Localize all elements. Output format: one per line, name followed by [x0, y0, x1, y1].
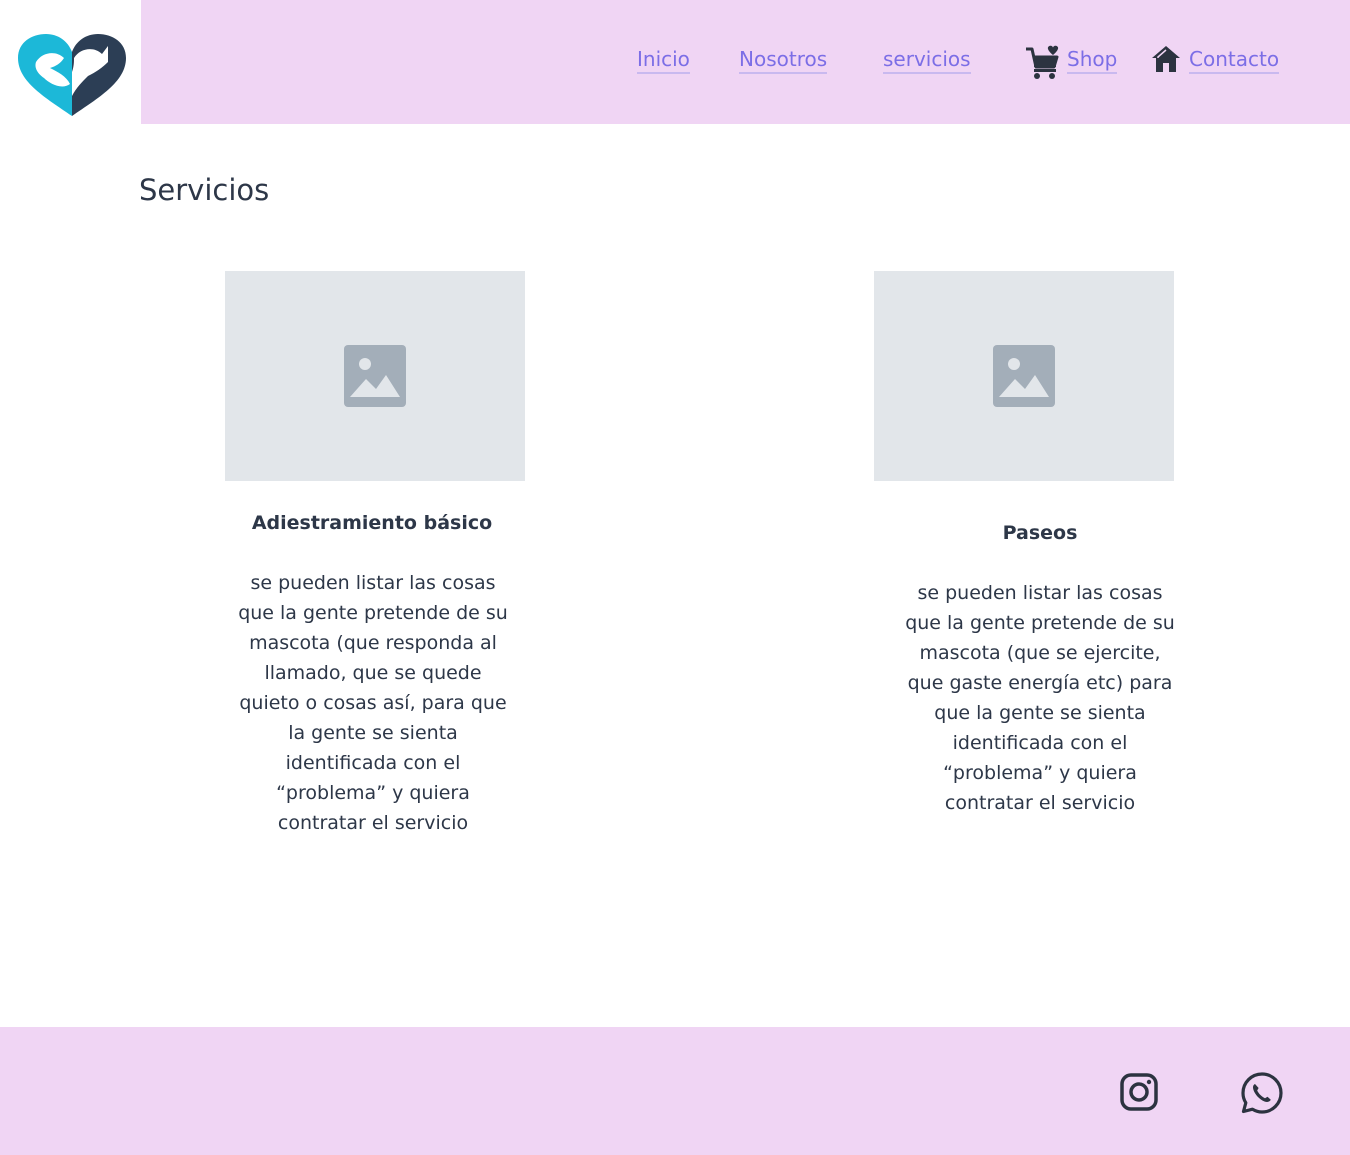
whatsapp-icon[interactable] [1240, 1071, 1284, 1119]
nav-link-contacto[interactable]: Contacto [1189, 47, 1280, 74]
service-title: Adiestramiento básico [251, 512, 493, 534]
home-icon[interactable] [1150, 44, 1182, 78]
page-title: Servicios [139, 173, 270, 207]
cart-heart-icon[interactable] [1024, 45, 1062, 85]
nav-link-nosotros[interactable]: Nosotros [739, 47, 828, 74]
site-footer [0, 1027, 1350, 1155]
nav-link-servicios[interactable]: servicios [883, 47, 971, 74]
image-placeholder-icon [344, 345, 406, 407]
nav-link-shop[interactable]: Shop [1067, 47, 1118, 74]
service-image [874, 271, 1174, 481]
service-description: se pueden listar las cosas que la gente … [238, 572, 508, 834]
service-image [225, 271, 525, 481]
main-nav: Inicio Nosotros servicios Shop Contacto [0, 43, 1350, 83]
service-title: Paseos [1002, 522, 1078, 544]
service-description: se pueden listar las cosas que la gente … [905, 582, 1175, 814]
nav-link-inicio[interactable]: Inicio [637, 47, 690, 74]
site-header: Inicio Nosotros servicios Shop Contacto [0, 0, 1350, 124]
image-placeholder-icon [993, 345, 1055, 407]
instagram-icon[interactable] [1118, 1071, 1160, 1117]
